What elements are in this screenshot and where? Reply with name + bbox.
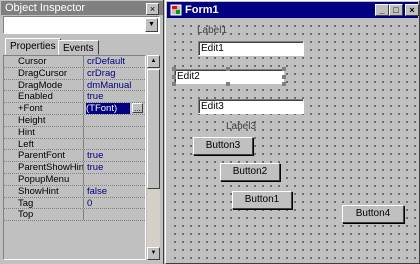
form-icon (170, 4, 182, 16)
selection-handle[interactable] (282, 67, 286, 71)
property-value[interactable]: crDrag (87, 68, 143, 79)
property-name: ParentFont (18, 150, 84, 162)
selection-handle[interactable] (282, 75, 286, 79)
label3[interactable]: Label3 (226, 121, 256, 132)
selection-handle[interactable] (172, 82, 176, 86)
property-row[interactable]: ParentShowHint true (4, 162, 145, 174)
edit1[interactable]: Edit1 (198, 41, 304, 56)
property-value[interactable]: false (87, 186, 143, 197)
chevron-down-icon[interactable]: ▼ (145, 18, 158, 32)
component-selector[interactable]: ▼ (3, 16, 160, 34)
object-inspector-title: Object Inspector (5, 2, 86, 14)
property-name: ShowHint (18, 185, 84, 197)
property-row[interactable]: Height (4, 114, 145, 127)
property-row[interactable]: +Font (TFont)... (4, 103, 145, 115)
property-name: Height (18, 114, 84, 126)
selection-handle[interactable] (226, 67, 230, 71)
property-row[interactable]: Tag 0 (4, 197, 145, 210)
scrollbar-thumb[interactable] (147, 69, 160, 189)
property-row[interactable]: PopupMenu (4, 173, 145, 186)
property-name: PopupMenu (18, 173, 84, 185)
form-design-surface[interactable]: Label1 Edit1 Edit2 Edit3 Label3 Button3 … (168, 19, 417, 261)
property-row[interactable]: ParentFont true (4, 150, 145, 163)
property-value[interactable] (87, 209, 143, 220)
button1[interactable]: Button1 (232, 191, 292, 209)
form1-title-bar[interactable]: Form1 _ □ × (167, 2, 419, 18)
property-name: DragMode (18, 79, 84, 91)
property-value[interactable] (87, 174, 143, 185)
selection-handle[interactable] (172, 67, 176, 71)
scroll-up-icon[interactable]: ▲ (147, 55, 160, 68)
form1-title: Form1 (185, 4, 219, 16)
property-name: Top (18, 209, 84, 221)
property-value-editor[interactable]: (TFont) (86, 103, 130, 115)
scroll-down-icon[interactable]: ▼ (147, 247, 160, 260)
property-value[interactable]: true (87, 162, 143, 173)
button4[interactable]: Button4 (342, 205, 404, 223)
close-icon[interactable]: × (405, 4, 419, 16)
edit3[interactable]: Edit3 (198, 99, 304, 114)
property-name: +Font (18, 103, 84, 114)
property-value[interactable]: 0 (87, 198, 143, 209)
close-icon[interactable]: × (146, 3, 159, 15)
label1[interactable]: Label1 (197, 25, 227, 36)
selection-handle[interactable] (172, 75, 176, 79)
property-value[interactable]: dmManual (87, 80, 143, 91)
property-name: Tag (18, 197, 84, 209)
property-grid: Cursor crDefault DragCursor crDrag DragMode d… (3, 55, 146, 260)
maximize-icon[interactable]: □ (389, 4, 403, 16)
ellipsis-button[interactable]: ... (132, 103, 143, 114)
property-row[interactable]: Top (4, 209, 145, 222)
tab-properties[interactable]: Properties (5, 38, 61, 55)
property-row[interactable]: ShowHint false (4, 185, 145, 198)
tab-events[interactable]: Events (58, 40, 99, 55)
selection-handle[interactable] (226, 82, 230, 86)
property-name: Left (18, 138, 84, 150)
property-row[interactable]: DragMode dmManual (4, 79, 145, 92)
property-value[interactable]: true (87, 150, 143, 161)
property-name: ParentShowHint (18, 162, 84, 173)
property-row[interactable]: Cursor crDefault (4, 56, 145, 68)
object-inspector-title-bar[interactable]: Object Inspector × (1, 1, 163, 15)
property-scrollbar[interactable]: ▲ ▼ (147, 55, 160, 260)
property-row[interactable]: Enabled true (4, 91, 145, 104)
selection-handle[interactable] (282, 82, 286, 86)
property-value[interactable]: true (87, 91, 143, 102)
minimize-icon[interactable]: _ (375, 4, 389, 16)
button3[interactable]: Button3 (193, 137, 253, 155)
property-row[interactable]: Hint (4, 126, 145, 139)
property-name: Enabled (18, 91, 84, 103)
property-name: DragCursor (18, 67, 84, 79)
property-name: Cursor (18, 56, 84, 67)
property-value[interactable] (87, 139, 143, 150)
form1-window: Form1 _ □ × Label1 Edit1 Edit2 Edit3 Lab… (165, 0, 420, 264)
object-inspector-window: Object Inspector × ▼ Properties Events C… (0, 0, 164, 264)
property-row[interactable]: Left (4, 138, 145, 151)
property-value[interactable]: crDefault (87, 56, 143, 67)
property-name: Hint (18, 126, 84, 138)
property-value[interactable] (87, 127, 143, 138)
button2[interactable]: Button2 (220, 163, 280, 181)
property-row[interactable]: DragCursor crDrag (4, 67, 145, 80)
property-value[interactable] (87, 115, 143, 126)
